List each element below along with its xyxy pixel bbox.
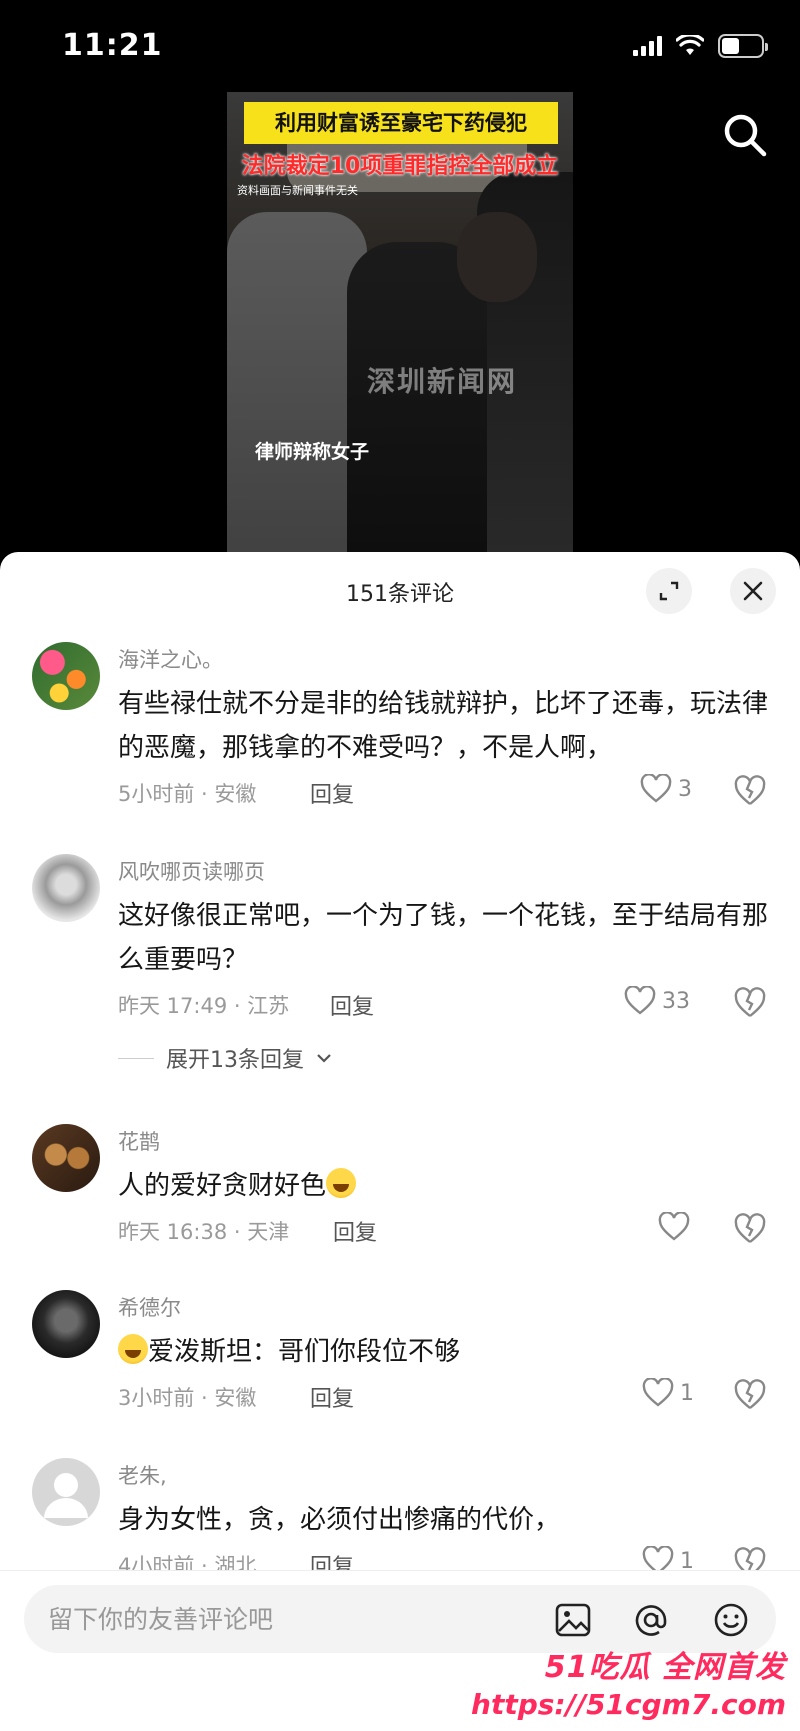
video-subheadline: 法院裁定10项重罪指控全部成立 bbox=[241, 154, 559, 179]
heart-icon bbox=[658, 1212, 690, 1241]
comment-author[interactable]: 老朱, bbox=[118, 1460, 167, 1490]
comment-text: 这好像很正常吧，一个为了钱，一个花钱，至于结局有那么重要吗？ bbox=[118, 901, 769, 975]
comment-input[interactable] bbox=[48, 1585, 528, 1653]
comment-meta: 5小时前 · 安徽 bbox=[118, 782, 257, 806]
broken-heart-icon[interactable] bbox=[733, 1378, 767, 1412]
like-count: 1 bbox=[680, 1380, 694, 1406]
image-icon[interactable] bbox=[554, 1601, 592, 1639]
site-watermark-title: 51吃瓜 全网首发 bbox=[544, 1650, 786, 1685]
search-icon[interactable] bbox=[720, 110, 770, 160]
avatar[interactable] bbox=[32, 642, 100, 710]
comment-author[interactable]: 风吹哪页读哪页 bbox=[118, 856, 265, 886]
laughing-tears-emoji-icon bbox=[326, 1168, 357, 1198]
comment-meta: 昨天 16:38 · 天津 bbox=[118, 1220, 290, 1244]
expand-sheet-button[interactable] bbox=[646, 568, 692, 614]
like-button[interactable]: 1 bbox=[642, 1378, 694, 1408]
video-disclaimer: 资料画面与新闻事件无关 bbox=[237, 184, 358, 197]
comment-author[interactable]: 海洋之心。 bbox=[118, 644, 223, 674]
reply-button[interactable]: 回复 bbox=[333, 1215, 377, 1247]
battery-icon bbox=[718, 34, 768, 58]
signal-icon bbox=[633, 36, 662, 56]
comment-meta: 3小时前 · 安徽 bbox=[118, 1386, 257, 1410]
broken-heart-icon[interactable] bbox=[733, 774, 767, 808]
comment-author[interactable]: 花鹊 bbox=[118, 1126, 160, 1156]
like-count: 3 bbox=[678, 776, 692, 802]
broken-heart-icon[interactable] bbox=[733, 986, 767, 1020]
status-time: 11:21 bbox=[62, 28, 163, 63]
video-headline: 利用财富诱至豪宅下药侵犯 bbox=[244, 102, 558, 144]
expand-icon bbox=[659, 581, 679, 601]
like-count: 33 bbox=[662, 988, 690, 1014]
video-player[interactable]: 利用财富诱至豪宅下药侵犯 法院裁定10项重罪指控全部成立 资料画面与新闻事件无关… bbox=[227, 92, 573, 558]
like-button[interactable] bbox=[658, 1212, 696, 1242]
reply-button[interactable]: 回复 bbox=[310, 1381, 354, 1413]
comment-sheet: 151条评论 海洋之心。 有些禄仕就不分是非的给钱就辩护，比坏了还毒，玩法律的恶… bbox=[0, 552, 800, 1731]
comment-text: 有些禄仕就不分是非的给钱就辩护，比坏了还毒，玩法律的恶魔，那钱拿的不难受吗？，不… bbox=[118, 689, 769, 763]
expand-replies-label: 展开13条回复 bbox=[166, 1048, 304, 1073]
comment-text: 身为女性，贪，必须付出惨痛的代价， bbox=[118, 1505, 561, 1535]
chevron-down-icon bbox=[317, 1054, 331, 1063]
comment-author[interactable]: 希德尔 bbox=[118, 1292, 181, 1322]
wifi-icon bbox=[676, 35, 704, 55]
video-watermark: 深圳新闻网 bbox=[367, 365, 518, 398]
default-avatar-icon bbox=[44, 1473, 88, 1518]
like-button[interactable]: 33 bbox=[624, 986, 690, 1016]
avatar[interactable] bbox=[32, 854, 100, 922]
comment-text: 人的爱好贪财好色 bbox=[118, 1164, 768, 1208]
status-icons bbox=[633, 34, 768, 58]
video-subtitle: 律师辩称女子 bbox=[255, 441, 370, 463]
close-sheet-button[interactable] bbox=[730, 568, 776, 614]
site-watermark-url: https://51cgm7.com bbox=[471, 1688, 786, 1721]
comment-meta: 昨天 17:49 · 江苏 bbox=[118, 994, 290, 1018]
heart-icon bbox=[624, 986, 656, 1015]
comment-text: 爱泼斯坦：哥们你段位不够 bbox=[118, 1330, 768, 1374]
heart-icon bbox=[642, 1378, 674, 1407]
status-bar: 11:21 bbox=[0, 0, 800, 96]
avatar[interactable] bbox=[32, 1458, 100, 1526]
like-button[interactable]: 3 bbox=[640, 774, 692, 804]
avatar[interactable] bbox=[32, 1124, 100, 1192]
broken-heart-icon[interactable] bbox=[733, 1212, 767, 1246]
expand-replies-button[interactable]: 展开13条回复 bbox=[118, 1042, 332, 1074]
reply-button[interactable]: 回复 bbox=[310, 777, 354, 809]
grin-sweat-emoji-icon bbox=[118, 1334, 148, 1364]
reply-button[interactable]: 回复 bbox=[330, 989, 374, 1021]
emoji-icon[interactable] bbox=[712, 1601, 750, 1639]
close-icon bbox=[743, 581, 763, 601]
mention-icon[interactable] bbox=[632, 1601, 670, 1639]
heart-icon bbox=[640, 774, 672, 803]
avatar[interactable] bbox=[32, 1290, 100, 1358]
site-watermark: 51吃瓜 全网首发 https://51cgm7.com bbox=[471, 1642, 786, 1721]
